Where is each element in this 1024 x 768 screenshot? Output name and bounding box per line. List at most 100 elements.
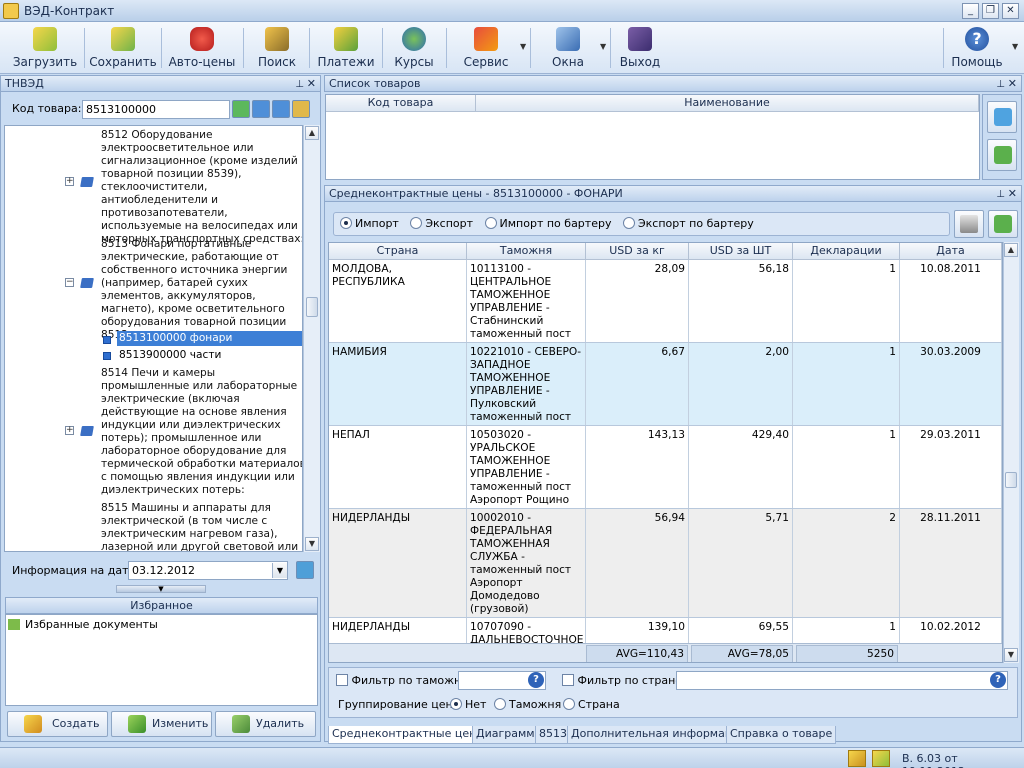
table-row[interactable]: НИДЕРЛАНДЫ 10002010 - ФЕДЕРАЛЬНАЯ ТАМОЖЕН… <box>329 509 1002 618</box>
radio-import-barter[interactable]: Импорт по бартеру <box>484 217 611 230</box>
table-row[interactable]: МОЛДОВА, РЕСПУБЛИКА 10113100 - ЦЕНТРАЛЬНО… <box>329 260 1002 343</box>
export-list-button[interactable] <box>987 139 1017 171</box>
radio-export-barter[interactable]: Экспорт по бартеру <box>622 217 754 230</box>
col-code-header[interactable]: Код товара <box>326 95 476 112</box>
prices-grid[interactable]: Страна Таможня USD за кг USD за ШТ Деклараци… <box>328 242 1003 663</box>
expand-icon[interactable]: + <box>65 177 74 186</box>
radio-import-control[interactable] <box>340 217 352 229</box>
close-button[interactable]: ✕ <box>1002 3 1019 19</box>
scroll-thumb[interactable] <box>306 297 318 317</box>
filter-country-input[interactable] <box>676 671 1008 690</box>
tree-leaf-8513900000[interactable]: 8513900000 части <box>119 348 221 363</box>
close-icon[interactable]: ✕ <box>1008 76 1017 91</box>
col-name-header[interactable]: Наименование <box>476 95 979 112</box>
create-button[interactable]: Создать <box>7 711 108 737</box>
scroll-up-arrow[interactable]: ▲ <box>305 126 319 140</box>
filter-country-checkbox[interactable] <box>562 674 574 686</box>
close-icon[interactable]: ✕ <box>1008 186 1017 201</box>
delete-button[interactable]: Удалить <box>215 711 316 737</box>
radio-import[interactable]: Импорт <box>340 217 399 230</box>
pin-icon[interactable]: ⊥ <box>996 187 1005 202</box>
refresh-icon[interactable] <box>296 561 314 579</box>
arrow-up-icon[interactable] <box>252 100 270 118</box>
restore-button[interactable]: ❐ <box>982 3 999 19</box>
group-none-radio[interactable] <box>450 698 462 710</box>
save-button[interactable]: Сохранить <box>88 26 158 70</box>
tnved-tree[interactable]: 8512 Оборудование электроосветительное и… <box>4 125 303 552</box>
autoprices-button[interactable]: Авто-цены <box>166 26 238 70</box>
service-button[interactable]: Сервис <box>456 26 516 70</box>
arrow-down-icon[interactable] <box>272 100 290 118</box>
tree-node-8515[interactable]: 8515 Машины и аппараты для электрической… <box>101 502 302 551</box>
col-usd-pc-header[interactable]: USD за ШТ <box>689 243 793 260</box>
payments-button[interactable]: Платежи <box>314 26 378 70</box>
status-icon-1[interactable] <box>848 750 866 767</box>
help-button[interactable]: ? Помощь <box>948 26 1006 70</box>
minimize-button[interactable]: _ <box>962 3 979 19</box>
col-usd-kg-header[interactable]: USD за кг <box>586 243 689 260</box>
radio-import-barter-control[interactable] <box>484 217 497 229</box>
pin-icon[interactable]: ⊥ <box>996 77 1005 92</box>
search-button[interactable]: Поиск <box>250 26 304 70</box>
scroll-down-arrow[interactable]: ▼ <box>305 537 319 551</box>
clear-list-button[interactable] <box>987 101 1017 133</box>
tab-additional-info[interactable]: Дополнительная информация <box>567 726 751 744</box>
load-button[interactable]: Загрузить <box>8 26 82 70</box>
pin-icon[interactable]: ⊥ <box>295 77 304 92</box>
date-input[interactable]: 03.12.2012 <box>128 561 288 580</box>
windows-dropdown-arrow[interactable]: ▼ <box>600 42 606 51</box>
col-customs-header[interactable]: Таможня <box>467 243 586 260</box>
filter-country[interactable]: Фильтр по стране <box>562 674 682 687</box>
tree-node-8514[interactable]: 8514 Печи и камеры промышленные или лабо… <box>101 367 302 497</box>
filter-customs[interactable]: Фильтр по таможне <box>336 674 468 687</box>
group-customs-radio[interactable] <box>494 698 506 710</box>
group-country[interactable]: Страна <box>563 698 620 711</box>
group-country-radio[interactable] <box>563 698 575 710</box>
date-dropdown-arrow[interactable]: ▼ <box>272 563 287 578</box>
help-dropdown-arrow[interactable]: ▼ <box>1012 42 1018 51</box>
scroll-up-arrow[interactable]: ▲ <box>1004 243 1018 257</box>
favorites-list[interactable]: Избранные документы <box>5 614 318 706</box>
table-row[interactable]: НЕПАЛ 10503020 - УРАЛЬСКОЕ ТАМОЖЕННОЕ УПР… <box>329 426 1002 509</box>
tree-scrollbar[interactable]: ▲ ▼ <box>303 125 320 552</box>
service-dropdown-arrow[interactable]: ▼ <box>520 42 526 51</box>
filter-customs-checkbox[interactable] <box>336 674 348 686</box>
splitter-handle[interactable]: ▼ <box>116 585 206 593</box>
favorites-item[interactable]: Избранные документы <box>25 618 158 631</box>
tab-product-info[interactable]: Справка о товаре <box>726 726 837 744</box>
tree-leaf-8513100000[interactable]: 8513100000 фонари <box>117 331 302 346</box>
radio-export[interactable]: Экспорт <box>410 217 473 230</box>
goods-list-grid[interactable]: Код товара Наименование <box>325 94 980 180</box>
status-icon-2[interactable] <box>872 750 890 767</box>
tab-8513[interactable]: 8513 <box>535 726 571 744</box>
radio-export-barter-control[interactable] <box>622 217 635 229</box>
exit-button[interactable]: Выход <box>614 26 666 70</box>
code-input[interactable]: 8513100000 <box>82 100 230 119</box>
export-button[interactable] <box>988 210 1018 238</box>
close-icon[interactable]: ✕ <box>307 76 316 91</box>
tree-node-8513[interactable]: 8513 Фонари портативные электрические, р… <box>101 238 302 341</box>
grid-scrollbar[interactable]: ▲ ▼ <box>1003 242 1019 663</box>
tree-node-8512[interactable]: 8512 Оборудование электроосветительное и… <box>101 129 302 245</box>
door-exit-icon <box>628 27 652 51</box>
col-declarations-header[interactable]: Декларации <box>793 243 900 260</box>
radio-export-control[interactable] <box>410 217 423 229</box>
print-button[interactable] <box>954 210 984 238</box>
help-icon[interactable]: ? <box>528 672 544 688</box>
rates-button[interactable]: Курсы <box>388 26 440 70</box>
edit-button[interactable]: Изменить <box>111 711 212 737</box>
scroll-down-arrow[interactable]: ▼ <box>1004 648 1018 662</box>
windows-button[interactable]: Окна <box>540 26 596 70</box>
col-date-header[interactable]: Дата <box>900 243 1002 260</box>
expand-icon[interactable]: + <box>65 426 74 435</box>
add-icon[interactable] <box>232 100 250 118</box>
table-row[interactable]: НАМИБИЯ 10221010 - СЕВЕРО-ЗАПАДНОЕ ТАМОЖЕ… <box>329 343 1002 426</box>
group-customs[interactable]: Таможня <box>494 698 561 711</box>
collapse-icon[interactable]: − <box>65 278 74 287</box>
group-none[interactable]: Нет <box>450 698 486 711</box>
col-country-header[interactable]: Страна <box>329 243 467 260</box>
scroll-thumb[interactable] <box>1005 472 1017 488</box>
help-icon[interactable]: ? <box>990 672 1006 688</box>
binoculars-icon[interactable] <box>292 100 310 118</box>
tab-avg-prices[interactable]: Среднеконтрактные цены <box>328 726 490 744</box>
